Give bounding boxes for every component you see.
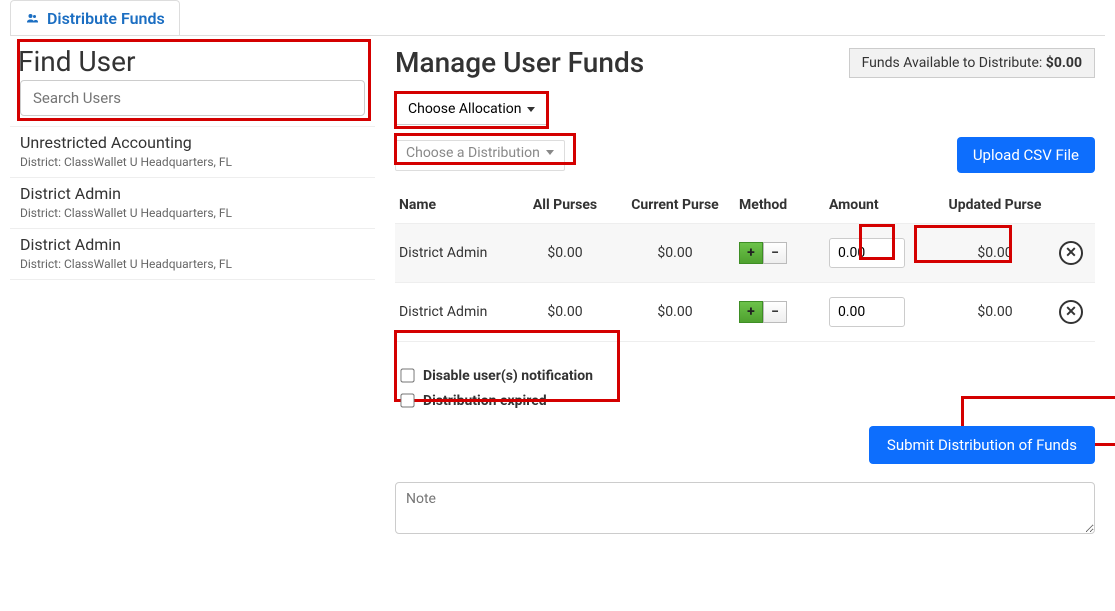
remove-row-button[interactable]: ✕ [1059, 300, 1083, 324]
x-icon: ✕ [1065, 304, 1077, 320]
upload-csv-button[interactable]: Upload CSV File [957, 137, 1095, 173]
minus-icon: − [771, 305, 779, 319]
search-input[interactable] [20, 80, 365, 116]
group-icon [25, 9, 43, 28]
disable-notification-label: Disable user(s) notification [423, 368, 593, 384]
method-plus-button[interactable]: + [739, 301, 763, 323]
user-name: District Admin [20, 235, 365, 254]
col-current-purse: Current Purse [615, 191, 735, 224]
plus-icon: + [747, 305, 755, 319]
row-current: $0.00 [615, 283, 735, 342]
method-minus-button[interactable]: − [763, 301, 787, 323]
choose-allocation-label: Choose Allocation [408, 101, 521, 117]
amount-input[interactable] [829, 238, 905, 268]
checkbox-input[interactable] [400, 368, 414, 382]
user-list-item[interactable]: Unrestricted Accounting District: ClassW… [10, 127, 375, 178]
col-updated-purse: Updated Purse [935, 191, 1055, 224]
caret-down-icon [546, 150, 554, 155]
find-user-title: Find User [10, 41, 375, 80]
method-minus-button[interactable]: − [763, 242, 787, 264]
method-plus-button[interactable]: + [739, 242, 763, 264]
caret-down-icon [527, 107, 535, 112]
user-name: Unrestricted Accounting [20, 133, 365, 152]
row-name: District Admin [395, 224, 515, 283]
tab-distribute-funds[interactable]: Distribute Funds [10, 0, 180, 36]
choose-distribution-label: Choose a Distribution [406, 145, 540, 161]
user-list-item[interactable]: District Admin District: ClassWallet U H… [10, 178, 375, 229]
row-updated: $0.00 [935, 283, 1055, 342]
x-icon: ✕ [1065, 245, 1077, 261]
plus-icon: + [747, 246, 755, 260]
fund-row: District Admin $0.00 $0.00 + − $0.00 ✕ [395, 224, 1095, 283]
user-list-item[interactable]: District Admin District: ClassWallet U H… [10, 229, 375, 280]
row-all: $0.00 [515, 224, 615, 283]
col-amount: Amount [825, 191, 935, 224]
funds-available-label: Funds Available to Distribute: [862, 55, 1046, 71]
remove-row-button[interactable]: ✕ [1059, 241, 1083, 265]
distribution-expired-label: Distribution expired [423, 393, 547, 409]
page-title: Manage User Funds [395, 46, 644, 79]
col-name: Name [395, 191, 515, 224]
col-method: Method [735, 191, 825, 224]
distribution-expired-checkbox[interactable]: Distribution expired [397, 391, 618, 410]
choose-distribution-dropdown[interactable]: Choose a Distribution [402, 142, 558, 164]
row-name: District Admin [395, 283, 515, 342]
row-updated: $0.00 [935, 224, 1055, 283]
disable-notification-checkbox[interactable]: Disable user(s) notification [397, 366, 618, 385]
user-list[interactable]: Unrestricted Accounting District: ClassW… [10, 126, 375, 516]
user-district: District: ClassWallet U Headquarters, FL [20, 257, 365, 271]
tab-label: Distribute Funds [47, 9, 165, 28]
checkbox-input[interactable] [400, 393, 414, 407]
col-all-purses: All Purses [515, 191, 615, 224]
note-textarea[interactable] [395, 482, 1095, 534]
row-current: $0.00 [615, 224, 735, 283]
funds-available-badge: Funds Available to Distribute: $0.00 [849, 48, 1095, 78]
user-name: District Admin [20, 184, 365, 203]
funds-available-value: $0.00 [1046, 55, 1082, 71]
submit-distribution-button[interactable]: Submit Distribution of Funds [869, 426, 1095, 464]
user-district: District: ClassWallet U Headquarters, FL [20, 206, 365, 220]
row-all: $0.00 [515, 283, 615, 342]
user-district: District: ClassWallet U Headquarters, FL [20, 155, 365, 169]
amount-input[interactable] [829, 297, 905, 327]
choose-allocation-dropdown[interactable]: Choose Allocation [395, 93, 548, 125]
fund-row: District Admin $0.00 $0.00 + − $0.00 ✕ [395, 283, 1095, 342]
minus-icon: − [771, 246, 779, 260]
